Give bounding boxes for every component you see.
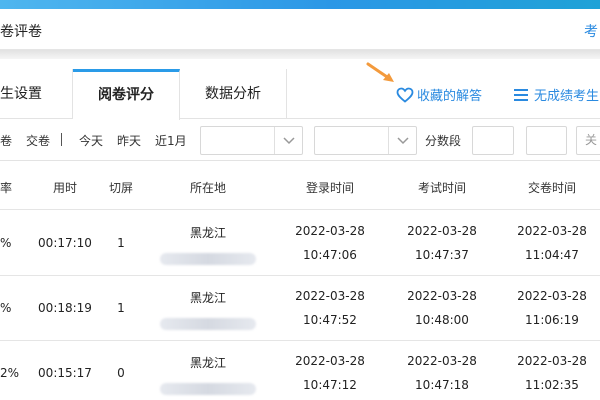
tab-student-settings[interactable]: 考生设置 (0, 69, 73, 119)
filter-select-2[interactable] (314, 126, 417, 155)
table-row[interactable]: % 00:17:10 1 黑龙江 2022-03-28 10:47:06 202… (0, 211, 600, 276)
cell-exam-date: 2022-03-28 (407, 289, 477, 303)
cell-rate: % (0, 301, 12, 315)
close-button[interactable]: 关 (576, 126, 600, 155)
cell-duration: 00:18:19 (38, 301, 92, 315)
heart-icon (396, 87, 414, 103)
cell-exam-time: 10:47:18 (415, 378, 469, 392)
cell-duration: 00:15:17 (38, 366, 92, 380)
title-bar-divider (0, 50, 600, 59)
tab-label: 考生设置 (0, 86, 42, 102)
cell-login-time: 10:47:52 (303, 313, 357, 327)
cell-location: 黑龙江 (189, 356, 226, 370)
score-min-input[interactable] (472, 126, 514, 155)
tab-bar: 考生设置 阅卷评分 数据分析 (0, 69, 600, 120)
cell-exam-time: 10:47:37 (415, 248, 469, 262)
table-row[interactable]: 2% 00:15:17 0 黑龙江 2022-03-28 10:47:12 20… (0, 341, 600, 400)
chevron-down-icon (274, 127, 302, 154)
cell-submit-time: 11:06:19 (525, 313, 579, 327)
cell-exam-time: 10:48:00 (415, 313, 469, 327)
header-submit-time: 交卷时间 (527, 181, 576, 195)
cell-login-date: 2022-03-28 (295, 289, 365, 303)
arrow-pointer-icon (366, 62, 394, 82)
score-range-label: 分数段 (425, 134, 462, 148)
cell-login-date: 2022-03-28 (295, 354, 365, 368)
header-rate: 率 (0, 181, 13, 195)
chevron-down-icon (388, 127, 416, 154)
title-bar: 卷评卷 考 (0, 9, 600, 50)
cell-submit-date: 2022-03-28 (517, 354, 587, 368)
cell-login-time: 10:47:06 (303, 248, 357, 262)
favorites-link[interactable]: 收藏的解答 (396, 85, 482, 104)
cell-screen-switch: 1 (117, 236, 125, 250)
blurred-ip-address (160, 383, 256, 395)
cell-exam-date: 2022-03-28 (407, 354, 477, 368)
filter-yesterday[interactable]: 昨天 (117, 132, 141, 149)
blurred-ip-address (160, 318, 256, 330)
filter-submitted[interactable]: 交卷 (26, 132, 50, 149)
cell-duration: 00:17:10 (38, 236, 92, 250)
cell-exam-date: 2022-03-28 (407, 224, 477, 238)
cell-location: 黑龙江 (189, 226, 226, 240)
cell-screen-switch: 1 (117, 301, 125, 315)
page-title: 卷评卷 (0, 24, 42, 40)
filter-item[interactable]: 卷 (0, 132, 12, 149)
cell-login-date: 2022-03-28 (295, 224, 365, 238)
header-duration: 用时 (52, 181, 77, 195)
cell-login-time: 10:47:12 (303, 378, 357, 392)
table-header: 率 用时 切屏 所在地 登录时间 考试时间 交卷时间 (0, 162, 600, 210)
filter-select-1[interactable] (200, 126, 303, 155)
cell-rate: 2% (0, 366, 20, 380)
filter-separator (61, 133, 62, 146)
cell-submit-date: 2022-03-28 (517, 289, 587, 303)
header-location: 所在地 (189, 181, 226, 195)
header-login-time: 登录时间 (305, 181, 354, 195)
header-screen-switch: 切屏 (108, 181, 133, 195)
filter-today[interactable]: 今天 (79, 132, 103, 149)
list-icon (514, 88, 528, 101)
score-max-input[interactable] (526, 126, 567, 155)
cell-submit-time: 11:04:47 (525, 248, 579, 262)
cell-submit-date: 2022-03-28 (517, 224, 587, 238)
header-right-link[interactable]: 考 (584, 21, 598, 41)
cell-location: 黑龙江 (189, 291, 226, 305)
cell-rate: % (0, 236, 12, 250)
filter-bar: 卷 交卷 今天 昨天 近1月 分数段 关 (0, 119, 600, 161)
table-row[interactable]: % 00:18:19 1 黑龙江 2022-03-28 10:47:52 202… (0, 276, 600, 341)
top-accent-bar (0, 0, 600, 9)
cell-screen-switch: 0 (117, 366, 125, 380)
blurred-ip-address (160, 253, 256, 265)
filter-last-month[interactable]: 近1月 (155, 132, 187, 149)
no-score-link[interactable]: 无成绩考生 (513, 85, 599, 104)
tab-data-analysis[interactable]: 数据分析 (180, 69, 287, 119)
tab-grading[interactable]: 阅卷评分 (73, 69, 180, 120)
favorites-label: 收藏的解答 (417, 89, 483, 104)
header-exam-time: 考试时间 (417, 181, 466, 195)
no-score-label: 无成绩考生 (534, 89, 600, 104)
cell-submit-time: 11:02:35 (525, 378, 579, 392)
